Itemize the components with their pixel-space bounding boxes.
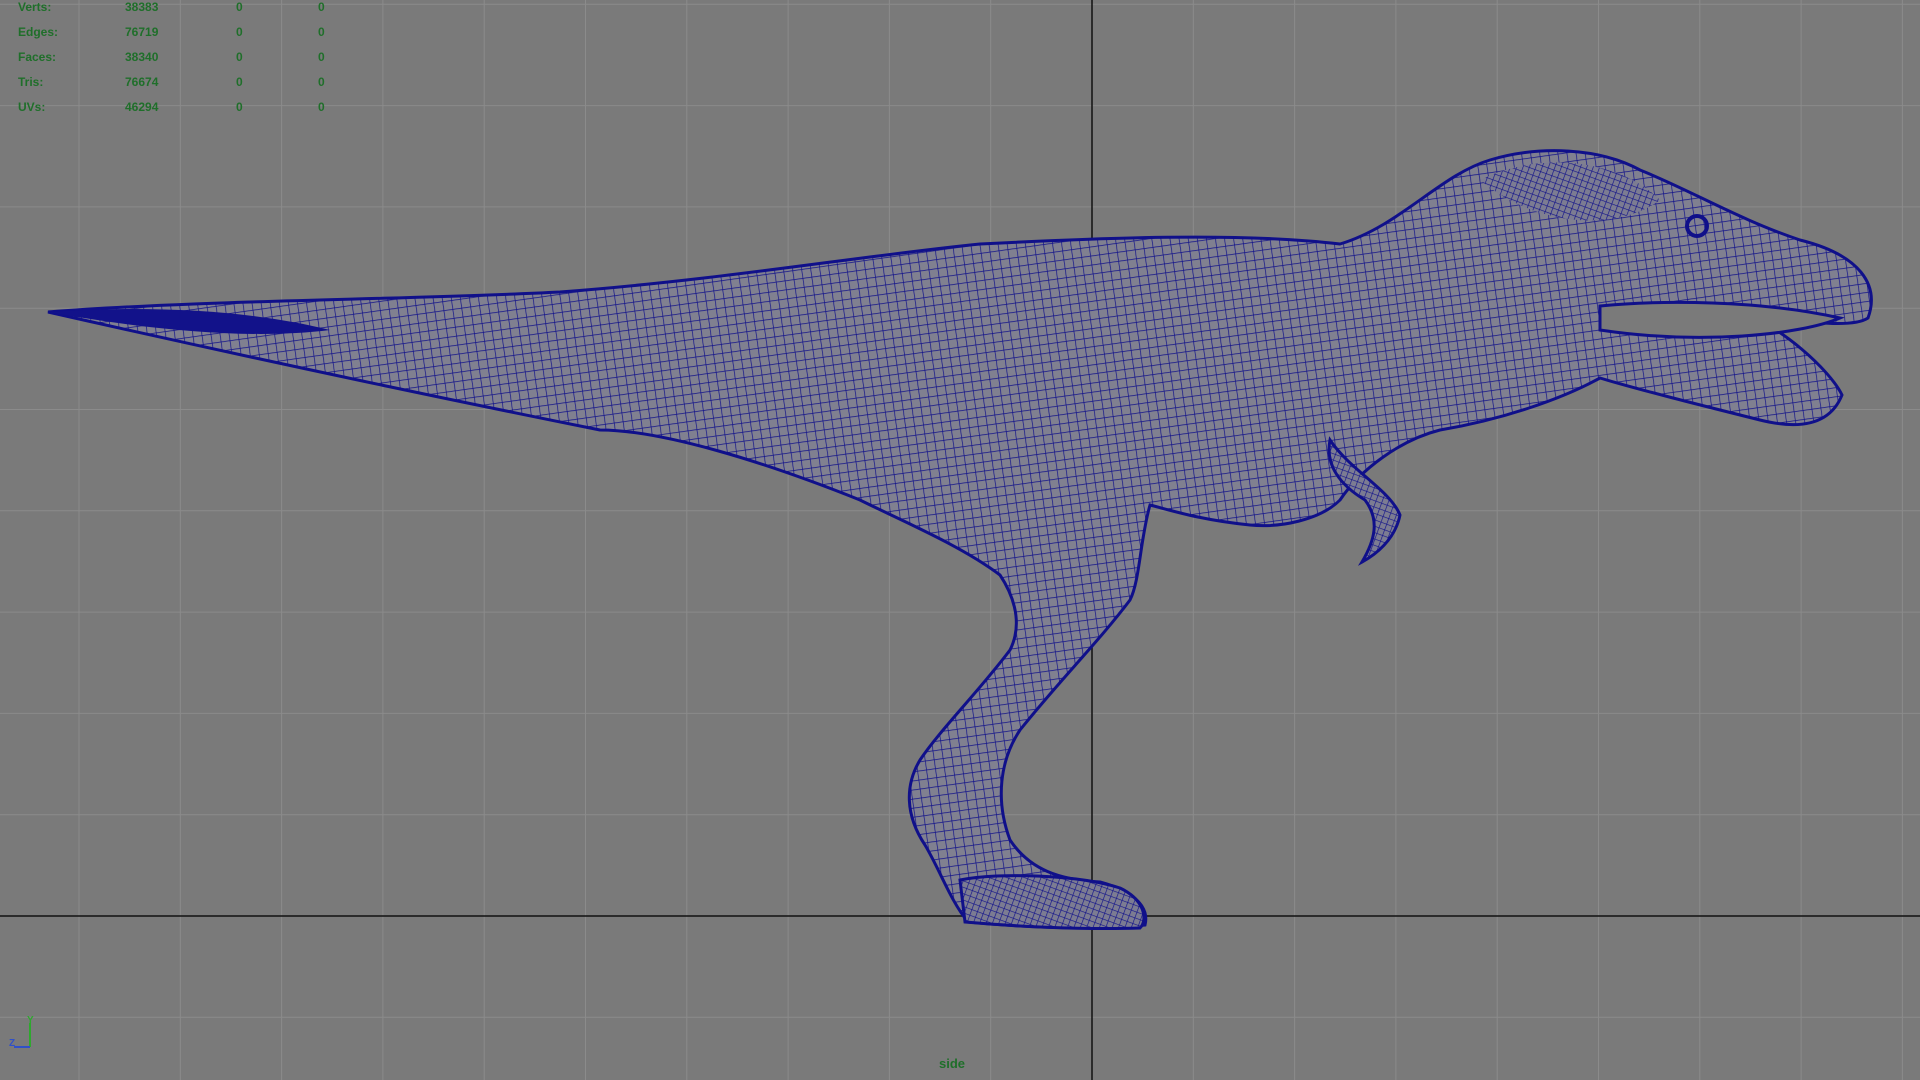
axis-z-label: Z xyxy=(9,1038,15,1049)
axis-y-label: Y xyxy=(27,1015,34,1026)
hud-stat-selected: 0 xyxy=(236,75,243,89)
axis-gizmo-icon: Y Z xyxy=(9,1015,34,1049)
hud-stat-value: 76674 xyxy=(125,75,159,89)
viewport-side[interactable]: Verts: 38383 0 0 Edges: 76719 0 0 Faces: 38340 0 0 T… xyxy=(0,0,1920,1080)
hud-stat-label: UVs: xyxy=(18,100,46,114)
hud-stat-triangles: 0 xyxy=(318,50,325,64)
hud-stat-value: 46294 xyxy=(125,100,159,114)
view-name-label: side xyxy=(939,1056,966,1071)
hud-stat-selected: 0 xyxy=(236,50,243,64)
hud-stat-label: Edges: xyxy=(18,25,59,39)
hud-stat-label: Tris: xyxy=(18,75,44,89)
hud-stat-triangles: 0 xyxy=(318,0,325,14)
hud-stat-triangles: 0 xyxy=(318,75,325,89)
hud-stat-label: Faces: xyxy=(18,50,57,64)
hud-stat-triangles: 0 xyxy=(318,25,325,39)
hud-stat-selected: 0 xyxy=(236,0,243,14)
trex-body xyxy=(47,149,1873,930)
hud-stat-value: 38383 xyxy=(125,0,159,14)
hud-stat-triangles: 0 xyxy=(318,100,325,114)
trex-wireframe-icon[interactable] xyxy=(0,0,1920,1080)
hud-stat-selected: 0 xyxy=(236,100,243,114)
hud-stat-selected: 0 xyxy=(236,25,243,39)
hud-stat-value: 76719 xyxy=(125,25,159,39)
foot xyxy=(958,874,1146,931)
hud-stat-value: 38340 xyxy=(125,50,159,64)
hud-stat-label: Verts: xyxy=(18,0,52,14)
